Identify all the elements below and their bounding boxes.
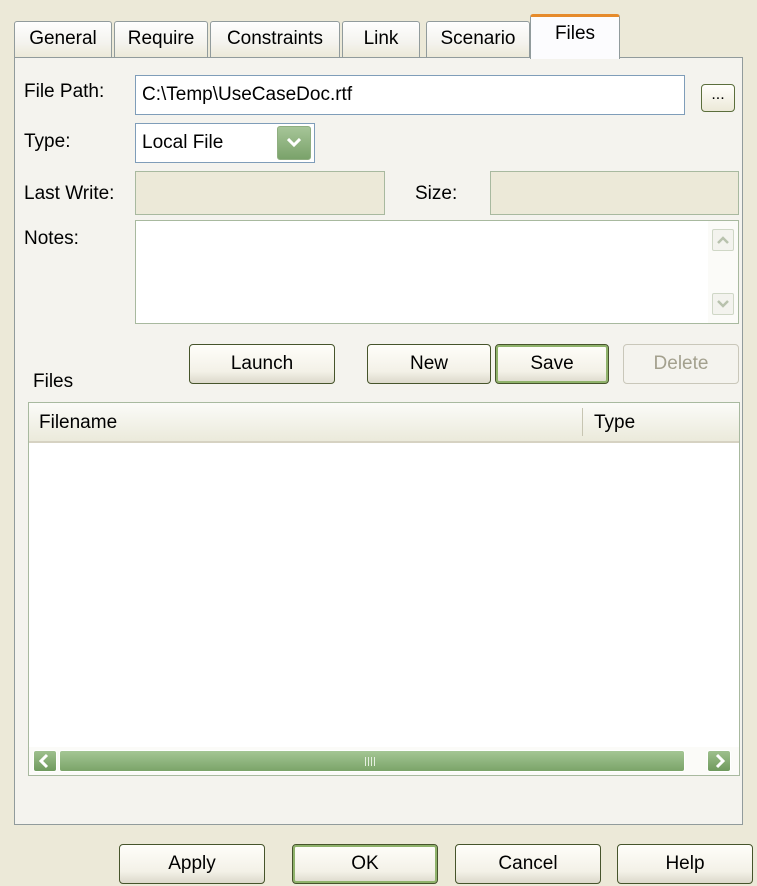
size-field <box>490 171 739 215</box>
properties-dialog: General Require Constraints Link Scenari… <box>0 0 757 886</box>
arrow-down-icon[interactable] <box>712 293 734 315</box>
file-path-label: File Path: <box>24 81 105 102</box>
launch-button[interactable]: Launch <box>189 344 335 384</box>
apply-button[interactable]: Apply <box>119 844 265 884</box>
column-header-filename[interactable]: Filename <box>29 403 582 441</box>
new-button[interactable]: New <box>367 344 491 384</box>
delete-button[interactable]: Delete <box>623 344 739 384</box>
files-section-label: Files <box>33 371 74 392</box>
column-divider[interactable] <box>582 408 583 436</box>
cancel-button[interactable]: Cancel <box>455 844 601 884</box>
browse-button[interactable]: ... <box>701 84 735 112</box>
tab-scenario[interactable]: Scenario <box>426 21 530 57</box>
tab-link[interactable]: Link <box>342 21 420 57</box>
file-path-input[interactable]: C:\Temp\UseCaseDoc.rtf <box>135 75 685 115</box>
tab-files[interactable]: Files <box>530 14 620 59</box>
files-list[interactable]: Filename Type <box>28 402 740 776</box>
size-label: Size: <box>415 183 458 204</box>
arrow-up-icon[interactable] <box>712 229 734 251</box>
notes-textarea[interactable] <box>135 220 739 324</box>
tab-require[interactable]: Require <box>114 21 208 57</box>
type-label: Type: <box>24 131 71 152</box>
save-button[interactable]: Save <box>495 344 609 384</box>
files-horizontal-scrollbar[interactable] <box>29 747 739 775</box>
chevron-down-icon[interactable] <box>277 126 311 160</box>
last-write-field <box>135 171 385 215</box>
grip-icon <box>365 757 377 766</box>
tab-constraints[interactable]: Constraints <box>210 21 340 57</box>
ok-button[interactable]: OK <box>292 844 438 884</box>
files-list-header: Filename Type <box>29 403 739 443</box>
arrow-left-icon[interactable] <box>33 750 57 772</box>
column-header-type[interactable]: Type <box>584 403 739 441</box>
last-write-label: Last Write: <box>24 183 115 204</box>
tab-strip: General Require Constraints Link Scenari… <box>14 14 744 59</box>
scrollbar-thumb[interactable] <box>59 750 685 772</box>
notes-vertical-scrollbar[interactable] <box>708 221 738 323</box>
notes-label: Notes: <box>24 228 79 249</box>
arrow-right-icon[interactable] <box>707 750 731 772</box>
help-button[interactable]: Help <box>617 844 753 884</box>
tab-general[interactable]: General <box>14 21 112 57</box>
files-tab-panel: File Path: C:\Temp\UseCaseDoc.rtf ... Ty… <box>14 57 743 825</box>
type-select-value: Local File <box>142 132 224 153</box>
